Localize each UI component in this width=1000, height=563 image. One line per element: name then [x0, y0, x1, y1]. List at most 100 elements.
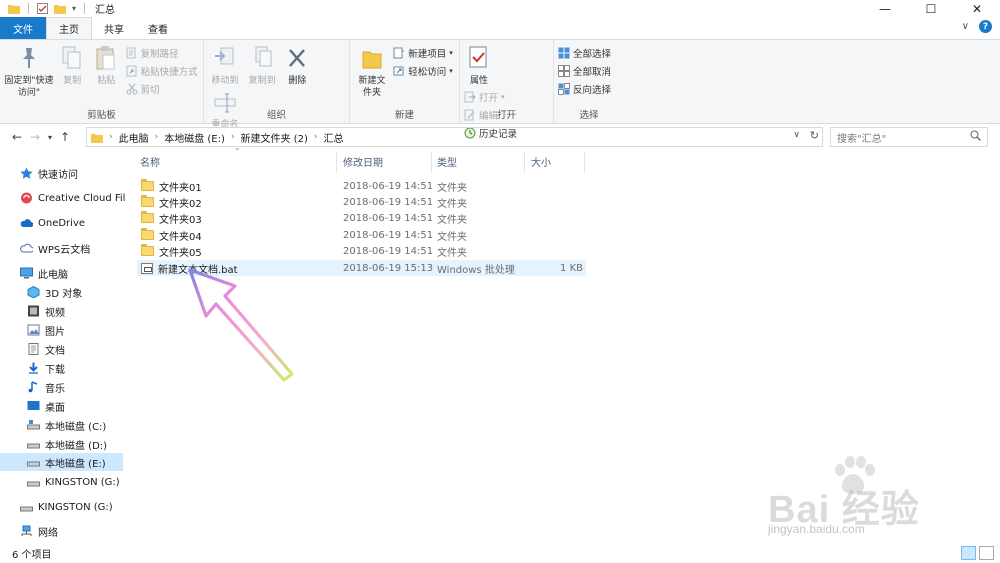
maximize-button[interactable]: ☐: [908, 0, 954, 17]
paste-button[interactable]: 粘贴: [90, 43, 122, 87]
sidebar-item-label: KINGSTON (G:): [38, 501, 113, 513]
recent-locations-icon[interactable]: ▾: [44, 133, 56, 142]
tab-view[interactable]: 查看: [136, 17, 180, 39]
minimize-button[interactable]: —: [862, 0, 908, 17]
column-divider[interactable]: [584, 152, 585, 172]
file-modified: 2018-06-19 14:51: [343, 229, 434, 241]
sidebar-item-creative-cloud[interactable]: Creative Cloud Files: [20, 189, 125, 207]
chevron-right-icon[interactable]: ›: [231, 132, 235, 142]
sidebar-item-label: 本地磁盘 (C:): [45, 421, 107, 433]
column-divider[interactable]: [336, 152, 337, 172]
column-header-size[interactable]: 大小: [531, 150, 551, 172]
easy-access-button[interactable]: 轻松访问 ▾: [393, 63, 453, 79]
sidebar-item-label: 网络: [38, 527, 58, 539]
details-view-button[interactable]: [961, 546, 976, 560]
navigation-bar: ← → ▾ ↑ › 此电脑 › 本地磁盘 (E:) › 新建文件夹 (2) › …: [0, 124, 1000, 150]
sidebar-item-documents[interactable]: 文档: [27, 340, 65, 358]
open-button[interactable]: 打开 ▾: [464, 89, 517, 105]
usb-drive-icon: [27, 481, 40, 487]
delete-button[interactable]: 删除: [282, 43, 312, 87]
column-header-type[interactable]: 类型: [437, 150, 457, 172]
cut-button[interactable]: 剪切: [126, 81, 198, 97]
tab-share[interactable]: 共享: [92, 17, 136, 39]
properties-button[interactable]: 属性: [464, 43, 494, 87]
address-dropdown-icon[interactable]: ∨: [793, 130, 800, 140]
view-switcher: [961, 546, 994, 560]
ribbon: 固定到"快速访问" 复制 粘贴 复制路径 粘贴快捷方式 剪切 剪贴板 移动到 复…: [0, 39, 1000, 140]
expand-ribbon-icon[interactable]: ∨: [962, 21, 969, 32]
sidebar-item-kingston-g-root[interactable]: KINGSTON (G:): [20, 498, 113, 516]
move-to-button[interactable]: 移动到: [208, 43, 242, 87]
up-arrow-icon[interactable]: ↑: [56, 130, 74, 144]
back-arrow-icon[interactable]: ←: [8, 130, 26, 144]
sidebar-item-drive-e[interactable]: 本地磁盘 (E:): [0, 453, 123, 471]
wps-cloud-icon: [20, 243, 33, 253]
sidebar-item-pictures[interactable]: 图片: [27, 321, 65, 339]
forward-arrow-icon[interactable]: →: [26, 130, 44, 144]
tab-file[interactable]: 文件: [0, 17, 46, 39]
breadcrumb-item[interactable]: 此电脑: [119, 130, 149, 145]
customize-qat-icon[interactable]: ▾: [72, 4, 76, 13]
select-all-button[interactable]: 全部选择: [558, 45, 611, 61]
sidebar-item-onedrive[interactable]: OneDrive: [20, 214, 85, 232]
new-folder-icon[interactable]: [54, 3, 66, 14]
chevron-right-icon[interactable]: ›: [155, 132, 159, 142]
pin-quick-access-button[interactable]: 固定到"快速访问": [4, 43, 54, 99]
copy-to-label: 复制到: [248, 76, 276, 86]
sidebar-item-wps-cloud[interactable]: WPS云文档: [20, 239, 90, 257]
select-none-button[interactable]: 全部取消: [558, 63, 611, 79]
sidebar-item-downloads[interactable]: 下载: [27, 359, 65, 377]
close-button[interactable]: ✕: [954, 0, 1000, 17]
column-divider[interactable]: [431, 152, 432, 172]
sidebar-item-this-pc[interactable]: 此电脑: [20, 264, 68, 282]
ribbon-tabs: 文件 主页 共享 查看 ∨ ?: [0, 17, 1000, 39]
refresh-icon[interactable]: ↻: [810, 129, 819, 142]
help-icon[interactable]: ?: [979, 20, 992, 33]
file-row[interactable]: 文件夹01 2018-06-19 14:51 文件夹: [137, 178, 586, 194]
cut-label: 剪切: [140, 85, 160, 96]
copy-button[interactable]: 复制: [57, 43, 87, 87]
file-row[interactable]: 文件夹03 2018-06-19 14:51 文件夹: [137, 210, 586, 226]
clipboard-group: 固定到"快速访问" 复制 粘贴 复制路径 粘贴快捷方式 剪切 剪贴板: [0, 40, 204, 123]
cloud-icon: [20, 219, 33, 227]
desktop-icon: [27, 401, 40, 410]
properties-label: 属性: [469, 76, 488, 86]
file-row[interactable]: 文件夹02 2018-06-19 14:51 文件夹: [137, 194, 586, 210]
sidebar-item-quick-access[interactable]: 快速访问: [20, 164, 78, 182]
navigation-pane: 快速访问 Creative Cloud Files OneDrive WPS云文…: [0, 152, 125, 544]
file-row[interactable]: 文件夹05 2018-06-19 14:51 文件夹: [137, 243, 586, 259]
search-box[interactable]: 搜索"汇总": [830, 127, 988, 147]
sidebar-item-kingston-g[interactable]: KINGSTON (G:): [27, 473, 120, 491]
sidebar-item-network[interactable]: 网络: [20, 522, 58, 540]
sidebar-item-videos[interactable]: 视频: [27, 302, 65, 320]
new-item-button[interactable]: 新建项目 ▾: [393, 45, 453, 61]
sidebar-item-3d-objects[interactable]: 3D 对象: [27, 283, 82, 301]
search-icon: [970, 130, 981, 141]
open-icon: [464, 91, 476, 103]
breadcrumb-item[interactable]: 汇总: [323, 130, 343, 145]
file-row[interactable]: 文件夹04 2018-06-19 14:51 文件夹: [137, 227, 586, 243]
new-folder-button[interactable]: 新建文件夹: [354, 43, 390, 99]
properties-icon[interactable]: [37, 3, 48, 14]
large-icons-view-button[interactable]: [979, 546, 994, 560]
paste-shortcut-label: 粘贴快捷方式: [140, 67, 198, 78]
column-divider[interactable]: [524, 152, 525, 172]
paste-shortcut-button[interactable]: 粘贴快捷方式: [126, 63, 198, 79]
address-bar[interactable]: › 此电脑 › 本地磁盘 (E:) › 新建文件夹 (2) › 汇总 ∨ ↻: [86, 127, 823, 147]
column-header-name[interactable]: 名称: [140, 150, 160, 172]
delete-label: 删除: [288, 76, 307, 86]
column-header-modified[interactable]: 修改日期: [343, 150, 383, 172]
sidebar-item-drive-d[interactable]: 本地磁盘 (D:): [27, 435, 107, 453]
sidebar-item-desktop[interactable]: 桌面: [27, 397, 65, 415]
copy-to-button[interactable]: 复制到: [245, 43, 279, 87]
paste-label: 粘贴: [97, 76, 116, 86]
invert-selection-button[interactable]: 反向选择: [558, 81, 611, 97]
breadcrumb-item[interactable]: 本地磁盘 (E:): [164, 130, 225, 145]
copy-path-button[interactable]: 复制路径: [126, 45, 198, 61]
sidebar-item-music[interactable]: 音乐: [27, 378, 65, 396]
tab-home[interactable]: 主页: [46, 17, 92, 39]
sidebar-item-drive-c[interactable]: 本地磁盘 (C:): [27, 416, 106, 434]
search-placeholder: 搜索"汇总": [837, 133, 887, 145]
breadcrumb-item[interactable]: 新建文件夹 (2): [241, 130, 308, 145]
chevron-right-icon[interactable]: ›: [314, 132, 318, 142]
